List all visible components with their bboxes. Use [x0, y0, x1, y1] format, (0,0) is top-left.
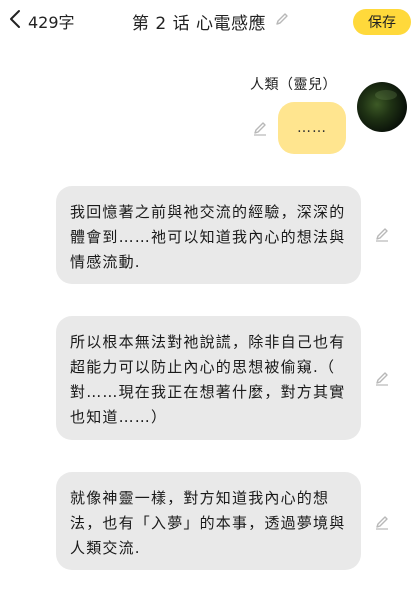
speaker-name: 人類（靈兒）	[250, 77, 337, 93]
back-button[interactable]: 429字	[8, 8, 75, 34]
word-count: 429字	[28, 13, 75, 32]
pencil-icon[interactable]	[374, 226, 390, 242]
user-message-bubble[interactable]: ……	[278, 102, 346, 154]
chapter-title-group[interactable]: 第 2 话 心電感應	[132, 8, 290, 34]
chat-editor-screen: 429字 第 2 话 心電感應 保存 人類（靈兒） …… 我回憶著之前與祂交流的…	[0, 0, 417, 600]
chevron-left-icon	[8, 9, 22, 33]
pencil-icon[interactable]	[374, 370, 390, 386]
avatar[interactable]	[357, 82, 407, 132]
chapter-title: 第 2 话 心電感應	[132, 13, 267, 34]
save-button[interactable]: 保存	[353, 9, 411, 35]
pencil-icon[interactable]	[374, 514, 390, 530]
message-bubble[interactable]: 我回憶著之前與祂交流的經驗，深深的體會到……祂可以知道我內心的想法與情感流動.	[56, 186, 361, 284]
pencil-icon[interactable]	[274, 11, 290, 31]
header-bar: 429字 第 2 话 心電感應 保存	[0, 0, 417, 44]
message-bubble[interactable]: 就像神靈一樣，對方知道我內心的想法，也有「入夢」的本事，透過夢境與人類交流.	[56, 472, 361, 570]
pencil-icon[interactable]	[252, 120, 268, 136]
message-bubble[interactable]: 所以根本無法對祂說謊，除非自己也有超能力可以防止內心的思想被偷窺.（ 對……現在…	[56, 316, 361, 440]
